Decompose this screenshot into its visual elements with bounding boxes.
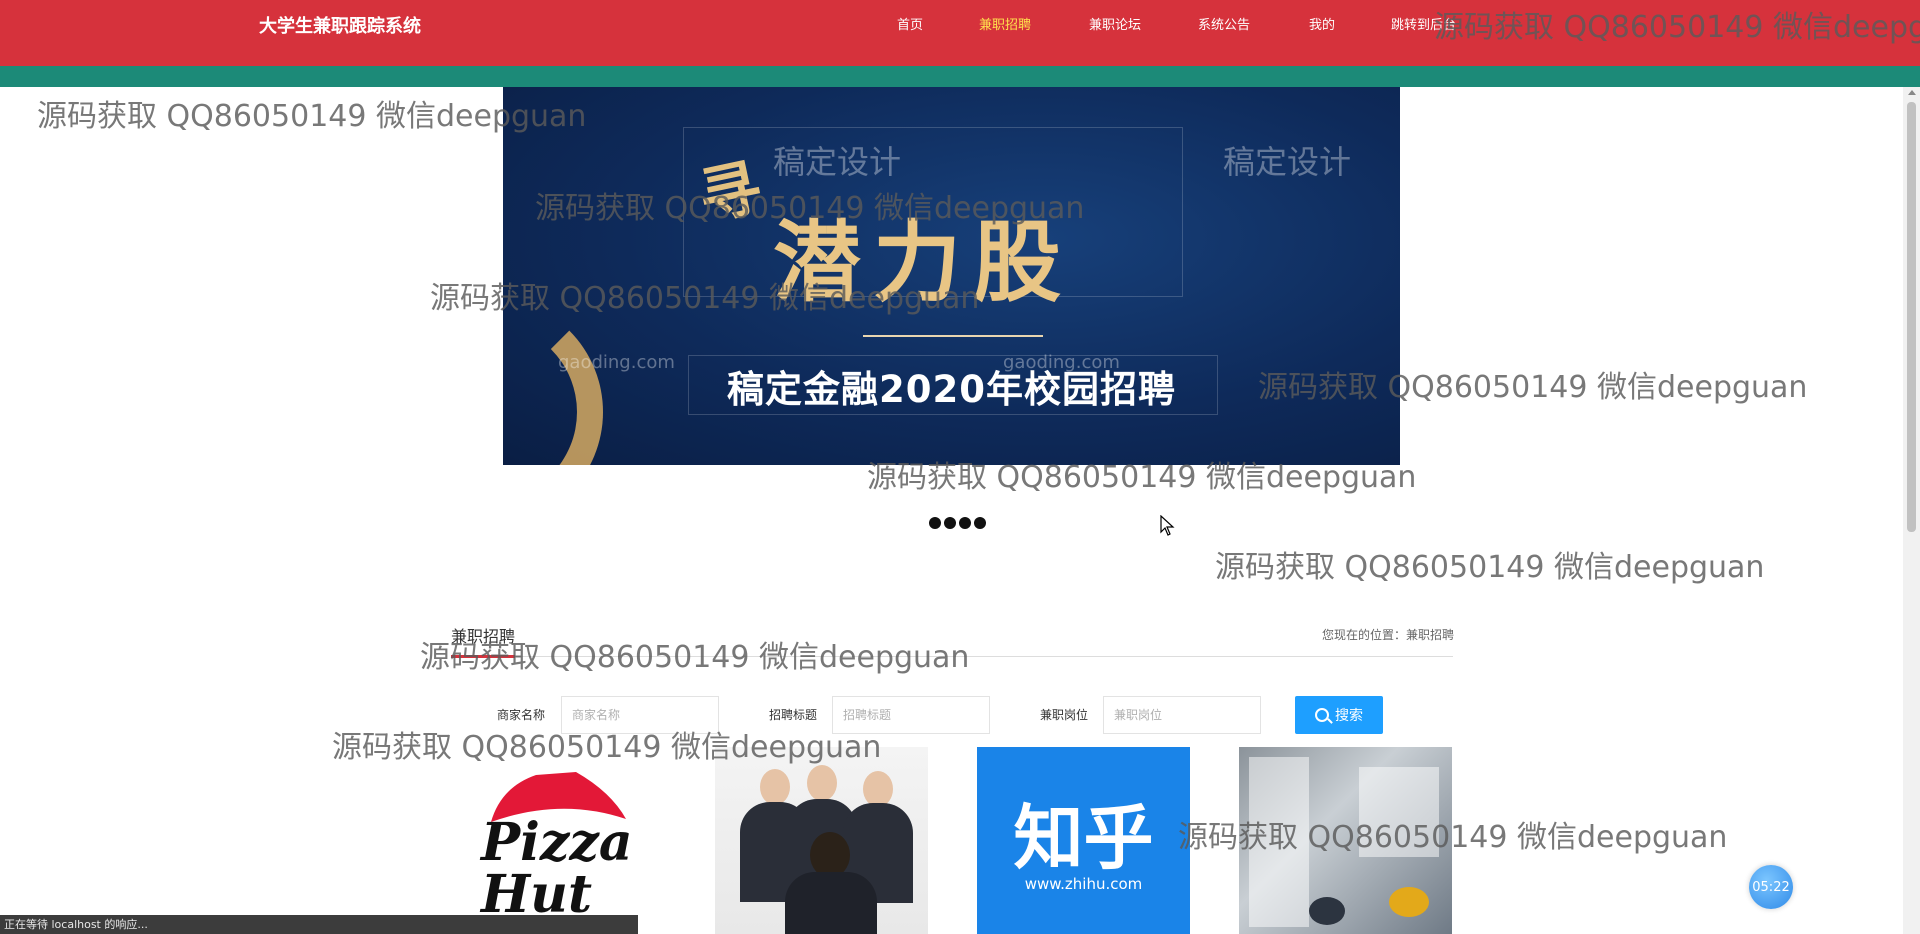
- browser-status-bar: 正在等待 localhost 的响应...: [0, 915, 638, 934]
- person-head: [807, 765, 837, 801]
- carousel-banner[interactable]: 寻 潜力股 稿定金融2020年校园招聘 稿定设计 稿定设计 gaoding.co…: [503, 87, 1400, 465]
- header-accent-band: [0, 66, 1920, 87]
- zhihu-url-text: www.zhihu.com: [1024, 875, 1143, 893]
- job-card-pizza-hut[interactable]: Pizza Hut: [451, 747, 664, 934]
- source-watermark: 源码获取 QQ86050149 微信deepguan: [1215, 550, 1765, 585]
- job-card-business-meeting[interactable]: [715, 747, 928, 934]
- search-button-label: 搜索: [1335, 708, 1363, 724]
- merchant-name-label: 商家名称: [497, 708, 546, 722]
- banner-calligraphy-main: 潜力股: [773, 210, 1074, 314]
- person-suit: [785, 872, 877, 934]
- carousel-dot[interactable]: [974, 517, 986, 529]
- carousel-dot[interactable]: [959, 517, 971, 529]
- banner-domain-watermark: gaoding.com: [558, 352, 675, 373]
- office-chair: [1389, 887, 1429, 917]
- nav-item-home[interactable]: 首页: [897, 14, 923, 33]
- floating-timer-button[interactable]: 05:22: [1749, 865, 1793, 909]
- nav-item-announcements[interactable]: 系统公告: [1198, 14, 1250, 33]
- banner-brand-watermark: 稿定设计: [1223, 143, 1352, 181]
- top-header: 大学生兼职跟踪系统 首页 兼职招聘 兼职论坛 系统公告 我的 跳转到后台: [0, 0, 1920, 66]
- site-title[interactable]: 大学生兼职跟踪系统: [259, 12, 421, 38]
- nav-item-forum[interactable]: 兼职论坛: [1089, 14, 1141, 33]
- job-title-input[interactable]: [832, 696, 990, 734]
- scroll-up-arrow-icon[interactable]: [1908, 90, 1916, 95]
- carousel-dot[interactable]: [929, 517, 941, 529]
- job-card-office[interactable]: [1239, 747, 1452, 934]
- search-icon: [1315, 708, 1329, 722]
- banner-divider: [863, 335, 1043, 337]
- banner-domain-watermark: gaoding.com: [1003, 352, 1120, 373]
- section-title-underline: [451, 655, 515, 658]
- search-button[interactable]: 搜索: [1295, 696, 1383, 734]
- nav-item-jobs[interactable]: 兼职招聘: [979, 14, 1031, 33]
- office-window: [1249, 757, 1309, 927]
- banner-brand-watermark: 稿定设计: [773, 143, 902, 181]
- person-head: [760, 769, 790, 805]
- section-title: 兼职招聘: [451, 627, 516, 646]
- page-scrollbar[interactable]: [1903, 87, 1920, 934]
- job-position-input[interactable]: [1103, 696, 1261, 734]
- breadcrumb: 您现在的位置：兼职招聘: [1322, 628, 1455, 642]
- person-head: [863, 771, 893, 807]
- mouse-cursor-icon: [1160, 515, 1175, 536]
- office-chair: [1309, 897, 1345, 925]
- section-divider: [451, 656, 1453, 657]
- job-position-label: 兼职岗位: [1040, 708, 1089, 722]
- nav-item-mine[interactable]: 我的: [1309, 14, 1335, 33]
- merchant-name-input[interactable]: [561, 696, 719, 734]
- job-title-label: 招聘标题: [769, 708, 818, 722]
- office-window: [1359, 767, 1439, 857]
- carousel-dot[interactable]: [944, 517, 956, 529]
- nav-item-backend[interactable]: 跳转到后台: [1391, 14, 1456, 33]
- zhihu-logo-text: 知乎: [1013, 797, 1154, 879]
- pizza-hut-logo-text: Pizza Hut: [481, 812, 633, 925]
- scrollbar-thumb[interactable]: [1907, 102, 1916, 532]
- job-card-zhihu[interactable]: 知乎 www.zhihu.com: [977, 747, 1190, 934]
